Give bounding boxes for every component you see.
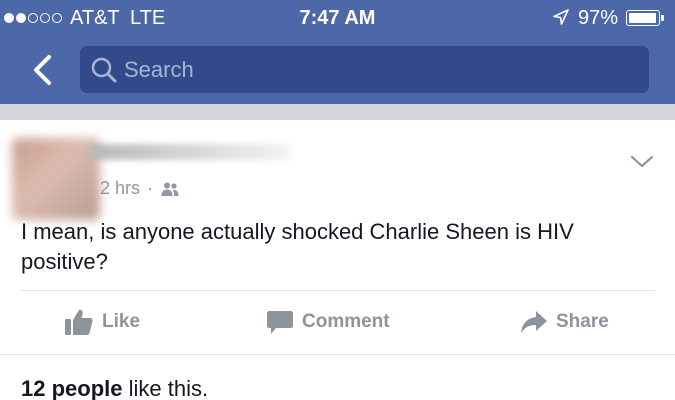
post-text: I mean, is anyone actually shocked Charl…: [21, 219, 574, 274]
clock: 7:47 AM: [299, 7, 376, 29]
likes-summary[interactable]: 12 people like this.: [21, 376, 208, 400]
friends-icon: [161, 182, 179, 196]
author-name-redacted[interactable]: [90, 144, 290, 160]
thumbs-up-icon: [65, 309, 93, 335]
location-arrow-icon: [553, 9, 569, 25]
battery-icon: [626, 10, 660, 26]
footer-divider: [0, 354, 675, 355]
navigation-bar: [0, 36, 675, 104]
section-divider: [0, 104, 675, 120]
likes-count[interactable]: 12 people: [21, 376, 122, 400]
search-icon: [91, 57, 117, 83]
status-bar: AT&T LTE 7:47 AM 97%: [0, 0, 675, 36]
battery-level-fill: [629, 13, 657, 23]
share-arrow-icon: [521, 311, 547, 333]
comment-button[interactable]: Comment: [266, 308, 390, 336]
chevron-down-icon[interactable]: [630, 154, 654, 170]
battery-percent: 97%: [578, 7, 619, 29]
share-label: Share: [556, 311, 609, 332]
search-bar[interactable]: [80, 46, 649, 93]
chevron-left-icon[interactable]: [28, 52, 58, 88]
likes-suffix: like this.: [122, 376, 209, 400]
post-timestamp[interactable]: 2 hrs: [100, 178, 140, 199]
like-label: Like: [102, 311, 141, 332]
post-meta: 2 hrs ·: [100, 178, 180, 199]
action-divider: [21, 290, 655, 291]
share-button[interactable]: Share: [520, 308, 609, 336]
avatar-redacted[interactable]: [12, 138, 100, 220]
comment-icon: [267, 311, 293, 334]
search-input[interactable]: [124, 46, 639, 93]
meta-separator: ·: [147, 178, 154, 198]
post-card: 2 hrs · I mean, is anyone actually shock…: [0, 120, 675, 400]
comment-label: Comment: [302, 311, 390, 332]
like-button[interactable]: Like: [64, 308, 140, 336]
battery-tip: [661, 15, 664, 21]
